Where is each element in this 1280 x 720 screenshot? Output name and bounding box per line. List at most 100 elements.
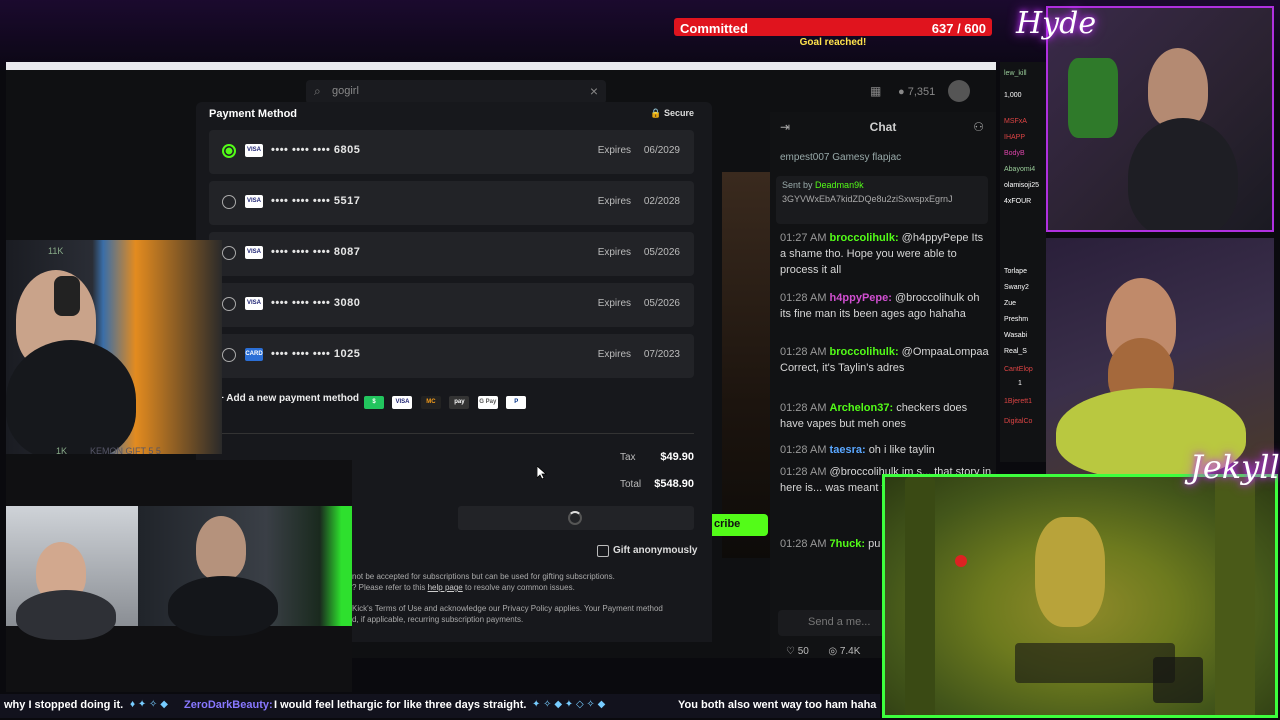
pinned-code: 3GYVWxEbA7kidZDQe8u2ziSxwspxEgrnJ — [782, 194, 953, 204]
legal-text: not be accepted for subscriptions but ca… — [352, 572, 615, 581]
card-number: •••• •••• •••• 3080 — [271, 297, 361, 309]
pinned-by: Sent by — [782, 180, 813, 190]
points-count[interactable]: ● 7,351 — [898, 86, 935, 98]
overlay-label: KEMON GIFT 5 5 — [90, 446, 161, 456]
legal-text: Kick's Terms of Use and acknowledge our … — [352, 604, 663, 613]
action-bar — [1015, 643, 1175, 683]
viewer-count: 1K — [56, 446, 68, 456]
emote-icons: ♦ ✦ ✧ ◆ — [130, 699, 168, 710]
add-payment-method-button[interactable]: + Add a new payment method — [218, 393, 359, 404]
game-capture — [882, 474, 1278, 718]
headset-icon — [54, 276, 80, 316]
subscribe-button[interactable]: cribe — [708, 514, 768, 536]
card-expiry: Expires 07/2023 — [597, 349, 680, 360]
goal-status: Goal reached! — [799, 37, 867, 48]
total-label: Total — [620, 479, 642, 490]
legal-text: d, if applicable, recurring subscription… — [352, 615, 524, 624]
payment-card-row[interactable]: VISA •••• •••• •••• 5517 Expires 02/2028 — [209, 181, 694, 225]
chat-message: 01:28 AM Archelon37: checkers does have … — [780, 402, 968, 430]
ticker-text: why I stopped doing it. — [4, 699, 124, 711]
legal-text: ? Please refer to this help page to reso… — [352, 583, 575, 592]
ticker-user: ZeroDarkBeauty: — [184, 699, 273, 711]
card-expiry: Expires 06/2029 — [597, 145, 680, 156]
payment-brand-icons: $ VISA MC pay G Pay P — [364, 394, 530, 412]
chat-title: Chat — [869, 120, 897, 134]
gift-anonymously-checkbox[interactable]: Gift anonymously — [597, 542, 697, 560]
payment-card-row[interactable]: CARD •••• •••• •••• 1025 Expires 07/2023 — [209, 334, 694, 378]
radio[interactable] — [222, 348, 236, 362]
radio[interactable] — [222, 195, 236, 209]
paypal-icon: P — [506, 396, 527, 410]
goal-label: Committed — [680, 21, 748, 36]
secure-badge: 🔒 Secure — [650, 108, 694, 118]
goal-count: 637 / 600 — [931, 21, 986, 36]
chat-message: 01:28 AM broccolihulk: @OmpaaLompaa Corr… — [780, 346, 989, 374]
search-input[interactable]: ⌕ gogirl × — [306, 80, 606, 104]
payment-card-row[interactable]: VISA •••• •••• •••• 8087 Expires 05/2026 — [209, 232, 694, 276]
card-expiry: Expires 05/2026 — [597, 247, 680, 258]
pinned-message: Sent by Deadman9k 3GYVWxEbA7kidZDQe8u2zi… — [776, 176, 988, 224]
modal-title: Payment Method — [209, 108, 298, 120]
game-character — [1035, 517, 1105, 627]
card-number: •••• •••• •••• 5517 — [271, 195, 361, 207]
chat-ticker: why I stopped doing it. ♦ ✦ ✧ ◆ ZeroDark… — [0, 694, 880, 718]
cash-icon: $ — [364, 396, 384, 410]
chat-message: 01:28 AM h4ppyPepe: @broccolihulk oh its… — [780, 292, 980, 320]
viewer-sidebar: lew_kill 1,000 MSFxA IHAPP BodyB Abayomi… — [1000, 62, 1046, 462]
chat-message: 01:28 AM taesra: oh i like taylin — [780, 444, 935, 456]
close-icon[interactable]: × — [590, 83, 598, 99]
chat-stats: ♡ 50 ◎ 7.4K — [786, 646, 861, 657]
card-expiry: Expires 02/2028 — [597, 196, 680, 207]
cursor-icon — [537, 466, 547, 480]
visa-icon: VISA — [245, 195, 263, 208]
webcam-left — [6, 240, 222, 454]
tax-value: $49.90 — [660, 451, 694, 463]
pinned-user[interactable]: Deadman9k — [815, 180, 864, 190]
google-pay-icon: G Pay — [477, 396, 498, 410]
overlay-name-bottom: Jekyll — [1190, 448, 1280, 486]
search-icon: ⌕ — [314, 84, 321, 98]
radio-selected[interactable] — [222, 144, 236, 158]
payment-card-row[interactable]: VISA •••• •••• •••• 6805 Expires 06/2029 — [209, 130, 694, 174]
card-number: •••• •••• •••• 1025 — [271, 348, 361, 360]
payment-card-row[interactable]: VISA •••• •••• •••• 3080 Expires 05/2026 — [209, 283, 694, 327]
radio[interactable] — [222, 246, 236, 260]
goal-bar: Committed 637 / 600 — [674, 18, 992, 36]
streamer-body — [6, 340, 136, 454]
radio[interactable] — [222, 297, 236, 311]
ticker-text: You both also went way too ham haha — [678, 699, 877, 711]
visa-icon: VISA — [245, 144, 263, 157]
avatar[interactable] — [948, 80, 970, 102]
visa-icon: VISA — [245, 246, 263, 259]
lock-icon: 🔒 — [650, 108, 662, 118]
card-icon: CARD — [245, 348, 263, 361]
tax-label: Tax — [620, 452, 636, 463]
card-expiry: Expires 05/2026 — [597, 298, 680, 309]
grid-icon[interactable]: ▦ — [870, 84, 881, 98]
ticker-text: I would feel lethargic for like three da… — [274, 699, 527, 711]
webcam-middle-right — [1046, 238, 1274, 474]
emote-icons: ✦ ✧ ◆ ✦ ◇ ✧ ◆ — [532, 699, 606, 710]
stream-overlay: Committed 637 / 600 Goal reached! ⌕ gogi… — [0, 0, 1280, 720]
pay-button[interactable] — [458, 506, 694, 530]
chat-tabs[interactable]: empest007 Gamesy flapjac — [780, 152, 901, 163]
card-number: •••• •••• •••• 8087 — [271, 246, 361, 258]
webcam-guest-b — [138, 506, 352, 636]
amazon-pay-icon: pay — [449, 396, 470, 410]
stream-video — [722, 172, 774, 558]
total-value: $548.90 — [654, 478, 694, 490]
viewer-count: 11K — [48, 246, 64, 256]
checkbox[interactable] — [597, 544, 609, 557]
visa-icon: VISA — [245, 297, 263, 310]
loading-spinner-icon — [568, 511, 582, 525]
minimap — [1153, 657, 1203, 703]
overlay-name-top: Hyde — [1016, 6, 1097, 41]
chat-message: 01:27 AM broccolihulk: @h4ppyPepe Its a … — [780, 232, 984, 276]
visa-icon: VISA — [392, 396, 413, 410]
help-page-link[interactable]: help page — [428, 583, 463, 592]
card-number: •••• •••• •••• 6805 — [271, 144, 361, 156]
divider — [196, 433, 694, 434]
webcam-guest-a — [6, 506, 138, 640]
users-icon[interactable]: ⚇ — [973, 120, 984, 134]
webcam-bottom-left — [6, 460, 352, 692]
